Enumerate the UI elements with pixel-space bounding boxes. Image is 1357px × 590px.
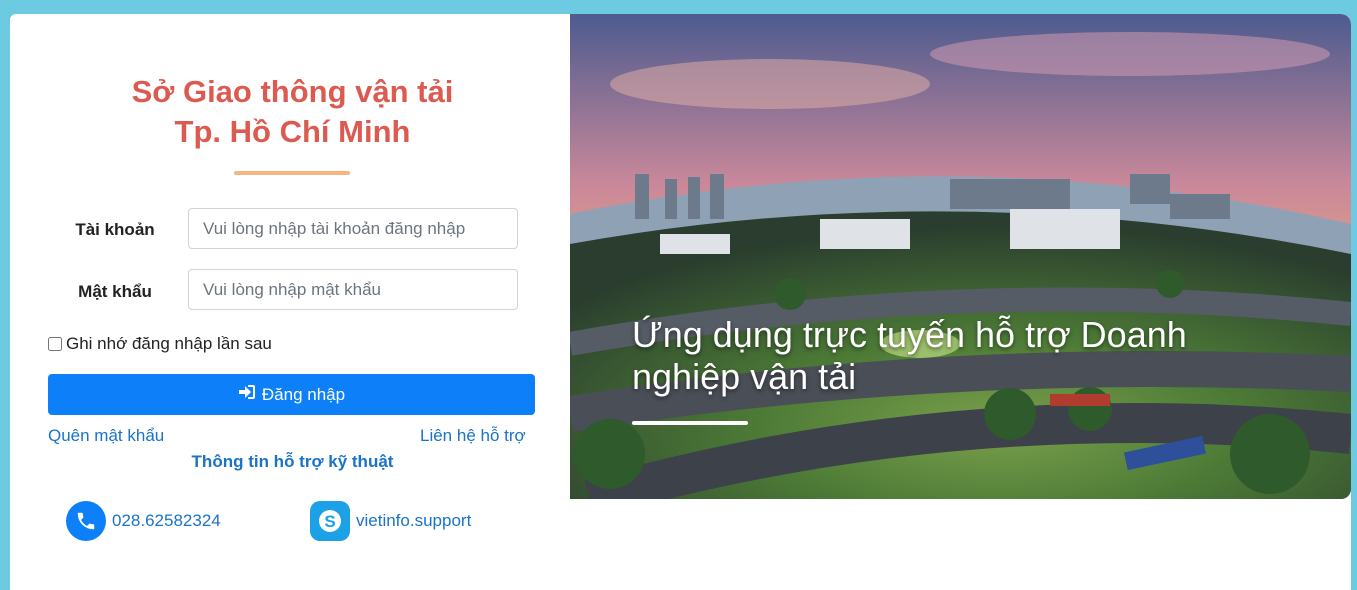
password-label: Mật khẩu [78, 282, 152, 301]
hero-banner: Ứng dụng trực tuyến hỗ trợ Doanh nghiệp … [570, 14, 1351, 499]
forgot-password-link[interactable]: Quên mật khẩu [48, 426, 164, 446]
account-input[interactable] [188, 208, 518, 249]
phone-number: 028.62582324 [112, 511, 221, 530]
skype-contact[interactable]: S vietinfo.support [310, 501, 471, 541]
contact-support-link[interactable]: Liên hệ hỗ trợ [420, 426, 526, 446]
support-title: Thông tin hỗ trợ kỹ thuật [191, 452, 394, 471]
login-panel: Sở Giao thông vận tải Tp. Hồ Chí Minh Tà… [10, 14, 570, 590]
page-title: Sở Giao thông vận tải Tp. Hồ Chí Minh [10, 72, 575, 152]
login-label: Đăng nhập [261, 384, 346, 404]
svg-text:S: S [324, 512, 335, 531]
title-line-2: Tp. Hồ Chí Minh [174, 114, 411, 149]
login-button[interactable]: Đăng nhập [48, 374, 535, 415]
skype-id: vietinfo.support [356, 511, 472, 530]
account-label: Tài khoản [75, 220, 155, 239]
login-frame: Sở Giao thông vận tải Tp. Hồ Chí Minh Tà… [10, 14, 1351, 590]
sign-in-icon [238, 384, 256, 405]
hero-divider [632, 421, 748, 425]
title-divider [234, 171, 350, 175]
remember-me[interactable]: Ghi nhớ đăng nhập lần sau [48, 334, 272, 354]
remember-checkbox[interactable] [48, 337, 62, 351]
phone-icon [66, 501, 106, 541]
remember-label: Ghi nhớ đăng nhập lần sau [66, 334, 272, 353]
hero-caption: Ứng dụng trực tuyến hỗ trợ Doanh nghiệp … [632, 314, 1187, 397]
city-panorama-image [570, 14, 1351, 499]
phone-contact[interactable]: 028.62582324 [66, 501, 221, 541]
skype-icon: S [310, 501, 350, 541]
password-input[interactable] [188, 269, 518, 310]
title-line-1: Sở Giao thông vận tải [131, 74, 454, 109]
